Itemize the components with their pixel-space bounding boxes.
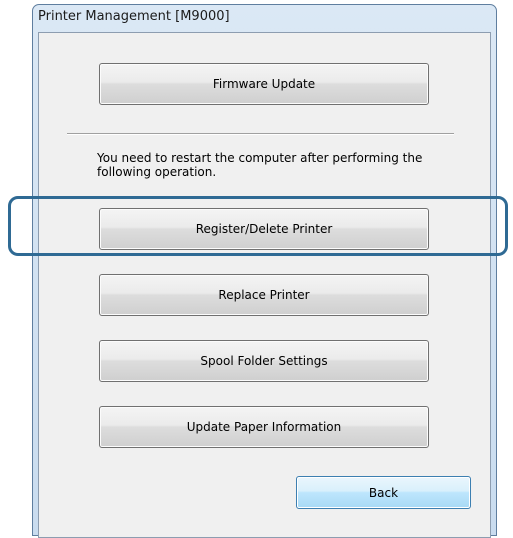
firmware-update-button[interactable]: Firmware Update (99, 63, 429, 105)
dialog-content: Firmware Update You need to restart the … (38, 32, 491, 538)
replace-printer-button[interactable]: Replace Printer (99, 274, 429, 316)
update-paper-information-button[interactable]: Update Paper Information (99, 406, 429, 448)
section-divider (67, 133, 454, 135)
highlight-frame (8, 196, 508, 256)
restart-notice: You need to restart the computer after p… (97, 151, 423, 179)
back-button[interactable]: Back (296, 476, 471, 509)
printer-management-window: Printer Management [M9000] Firmware Upda… (32, 4, 497, 538)
spool-folder-settings-button[interactable]: Spool Folder Settings (99, 340, 429, 382)
window-title: Printer Management [M9000] (38, 9, 230, 24)
